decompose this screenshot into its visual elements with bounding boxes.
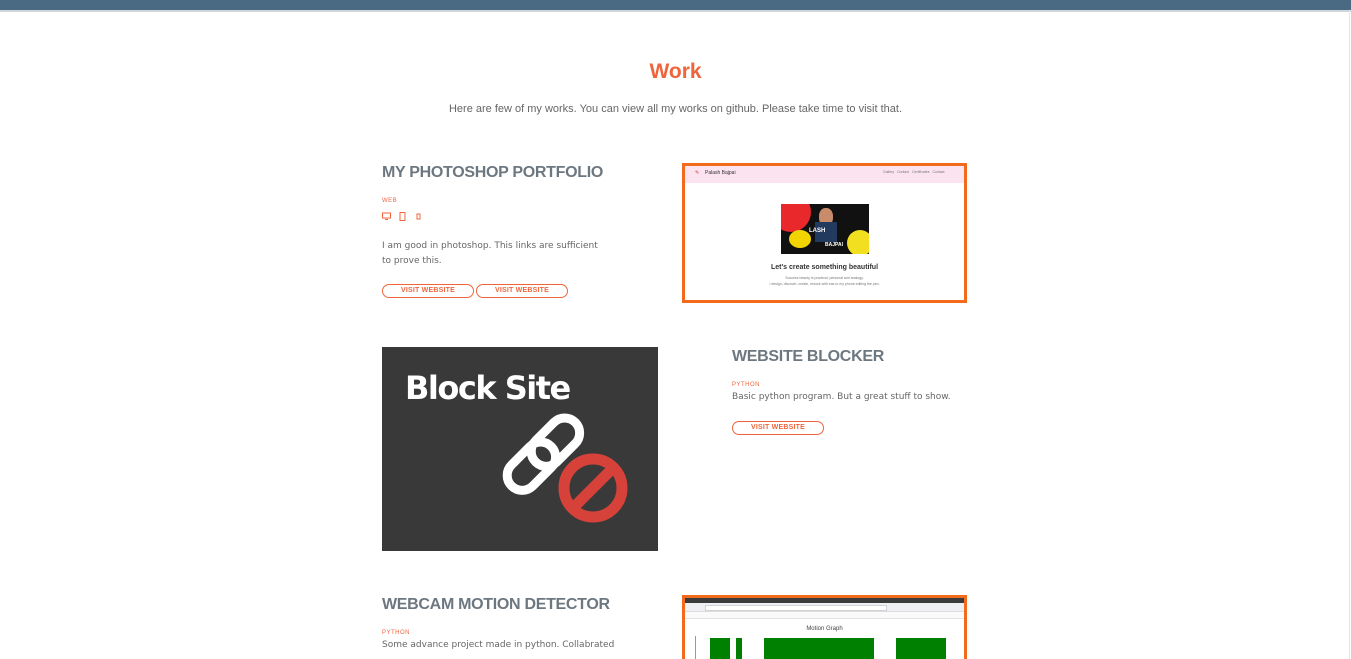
project-title-website-blocker: WEBSITE BLOCKER — [732, 348, 884, 365]
mobile-icon — [416, 208, 421, 226]
project-tag: WEB — [382, 198, 398, 204]
preview-toolbar — [685, 612, 964, 619]
desktop-icon — [382, 208, 391, 226]
project-title-motion-detector: WEBCAM MOTION DETECTOR — [382, 596, 610, 613]
block-icon — [557, 452, 629, 524]
visit-website-button[interactable]: VISIT WEBSITE — [382, 284, 474, 298]
section-subtitle: Here are few of my works. You can view a… — [448, 103, 903, 115]
preview-nav: Gallery Contact Certificates Contact — [883, 170, 945, 174]
preview-graph-title: Motion Graph — [806, 626, 843, 632]
section-title: Work — [649, 60, 702, 83]
preview-address-bar — [685, 603, 964, 612]
preview-headline: Let's create something beautiful — [770, 264, 879, 271]
project-tag: PYTHON — [732, 382, 761, 388]
portfolio-preview-image[interactable]: ✎ Palash Bajpai Gallery Contact Certific… — [682, 163, 967, 303]
preview-body-line: Success beauty is practical, personal an… — [785, 276, 864, 280]
project-tag: PYTHON — [382, 630, 411, 636]
preview-graph-area — [695, 636, 956, 659]
visit-website-button[interactable]: VISIT WEBSITE — [476, 284, 568, 298]
project-description: I am good in photoshop. This links are s… — [382, 241, 598, 266]
preview-hero-image: LASH BAJPAI — [781, 204, 869, 254]
website-blocker-image[interactable]: Block Site — [382, 347, 658, 551]
preview-body-line: I design, discover, create, rework with … — [769, 282, 880, 286]
visit-website-button[interactable]: VISIT WEBSITE — [732, 421, 824, 435]
preview-brand: Palash Bajpai — [705, 170, 736, 176]
project-title-photoshop: MY PHOTOSHOP PORTFOLIO — [382, 164, 603, 181]
navbar-shadow — [0, 10, 1351, 12]
project-description: Basic python program. But a great stuff … — [732, 392, 951, 402]
motion-detector-preview-image[interactable]: Motion Graph — [682, 595, 967, 659]
preview-logo: ✎ — [695, 170, 700, 176]
tablet-icon — [399, 208, 406, 226]
preview-navbar: ✎ Palash Bajpai Gallery Contact Certific… — [685, 166, 964, 183]
top-navbar — [0, 0, 1351, 10]
project-description: Some advance project made in python. Col… — [382, 640, 615, 650]
